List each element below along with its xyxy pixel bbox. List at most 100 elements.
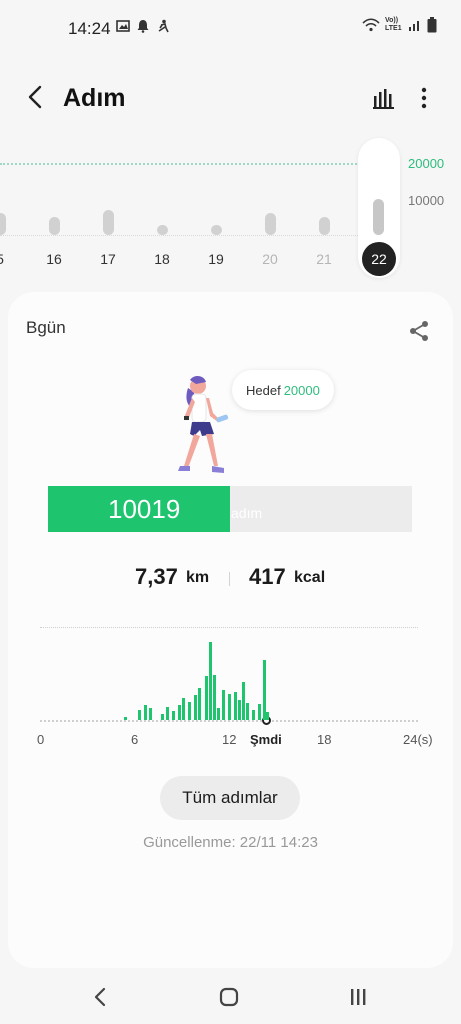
volte-icon: Vo)) LTE1 (385, 17, 402, 32)
day-label: 16 (46, 251, 62, 267)
status-left-icons (116, 19, 170, 33)
status-time: 14:24 (68, 19, 111, 38)
hour-bar (242, 682, 245, 720)
bell-icon (137, 20, 149, 33)
day-column[interactable]: 16 (37, 138, 71, 278)
nav-back-icon (94, 987, 106, 1007)
hour-bar (138, 710, 141, 720)
hour-bar (205, 676, 208, 720)
day-column[interactable]: 17 (91, 138, 125, 278)
calories-value: 417 (249, 564, 286, 589)
hour-axis-label-now: Şmdi (250, 732, 282, 747)
hour-bar (209, 642, 212, 720)
goal-axis-label: 20000 (408, 156, 445, 171)
more-options-button[interactable] (414, 84, 434, 112)
hour-bar (234, 692, 237, 720)
day-bar (373, 199, 384, 235)
hour-bar (144, 705, 147, 720)
day-column[interactable]: 5 (0, 138, 17, 278)
day-bar (49, 217, 60, 235)
steps-progress-bar: 10019 adım (48, 486, 412, 532)
hour-bar (222, 690, 225, 720)
day-column[interactable]: 20 (253, 138, 287, 278)
day-column[interactable]: 21 (307, 138, 341, 278)
hour-bar (228, 694, 231, 720)
hour-bar (252, 710, 255, 720)
calories-unit: kcal (294, 569, 326, 586)
selected-day-label: 22 (362, 242, 396, 276)
hourly-steps-chart: 0 6 12 Şmdi 18 24(s) (8, 612, 453, 752)
distance-unit: km (186, 569, 210, 586)
back-button[interactable] (20, 82, 50, 112)
nav-recents-icon (351, 989, 366, 1005)
hour-bar (198, 688, 201, 720)
share-button[interactable] (408, 320, 430, 342)
hour-bar (166, 707, 169, 720)
day-label: 19 (208, 251, 224, 267)
steps-count: 10019 (108, 494, 181, 524)
day-column[interactable]: 18 (145, 138, 179, 278)
last-updated-text: Güncellenme: 22/11 14:23 (143, 834, 318, 851)
bar-chart-icon (373, 89, 394, 109)
mid-axis-label: 10000 (408, 193, 445, 208)
more-vertical-icon (421, 87, 427, 109)
day-bar (211, 225, 222, 235)
hourly-top-line (40, 627, 418, 628)
day-label: 17 (100, 251, 116, 267)
day-label: 5 (0, 251, 17, 267)
hour-axis-label: 24(s) (403, 732, 433, 747)
hourly-baseline (40, 720, 418, 722)
hour-bar (178, 705, 181, 720)
day-bar (265, 213, 276, 235)
hour-bar (246, 703, 249, 720)
day-label: 21 (316, 251, 332, 267)
system-nav-bar (0, 970, 461, 1024)
hour-bar (161, 714, 164, 720)
status-right-icons: Vo)) LTE1 (362, 17, 437, 33)
hour-axis-label: 18 (317, 732, 332, 747)
day-bar (319, 217, 330, 235)
stats-divider (229, 572, 230, 586)
day-bar (157, 225, 168, 235)
hour-bar (266, 712, 269, 720)
hour-axis-label: 12 (222, 732, 237, 747)
day-bar (0, 213, 6, 235)
app-bar: Adım (0, 70, 461, 128)
goal-bubble: Hedef 20000 (232, 370, 334, 410)
hour-bar (258, 704, 261, 720)
nav-back-button[interactable] (86, 984, 114, 1010)
daily-steps-strip[interactable]: 20000 10000 5 16 17 18 19 20 21 22 (0, 138, 461, 288)
hour-bar (188, 702, 191, 720)
day-bar (103, 209, 114, 235)
walking-person-illustration (178, 376, 229, 473)
figure-icon (158, 19, 169, 33)
hour-bar (124, 717, 127, 720)
hour-axis-label: 6 (131, 732, 139, 747)
trends-button[interactable] (370, 84, 398, 112)
signal-icon (409, 21, 419, 31)
selected-day[interactable]: 22 (358, 138, 400, 278)
status-bar: 14:24 Vo)) LTE1 (0, 0, 461, 58)
hour-bar (213, 675, 216, 720)
nav-home-button[interactable] (215, 984, 243, 1010)
hour-bar (238, 700, 241, 720)
hour-bar (182, 698, 185, 720)
day-label: 18 (154, 251, 170, 267)
share-icon (410, 321, 428, 341)
distance-value: 7,37 (135, 564, 178, 589)
hour-bar (263, 660, 266, 720)
day-label: 20 (262, 251, 278, 267)
hour-bar (172, 711, 175, 720)
image-icon (116, 20, 130, 32)
chevron-left-icon (28, 85, 42, 109)
nav-recents-button[interactable] (344, 984, 372, 1010)
steps-unit: adım (231, 505, 263, 521)
nav-home-icon (219, 987, 239, 1007)
hour-bar (217, 708, 220, 720)
day-column[interactable]: 19 (199, 138, 233, 278)
all-steps-button[interactable]: Tüm adımlar (160, 776, 300, 820)
hour-axis-label: 0 (37, 732, 45, 747)
wifi-icon (362, 18, 380, 32)
goal-value: 20000 (283, 382, 320, 398)
battery-icon (427, 17, 437, 33)
